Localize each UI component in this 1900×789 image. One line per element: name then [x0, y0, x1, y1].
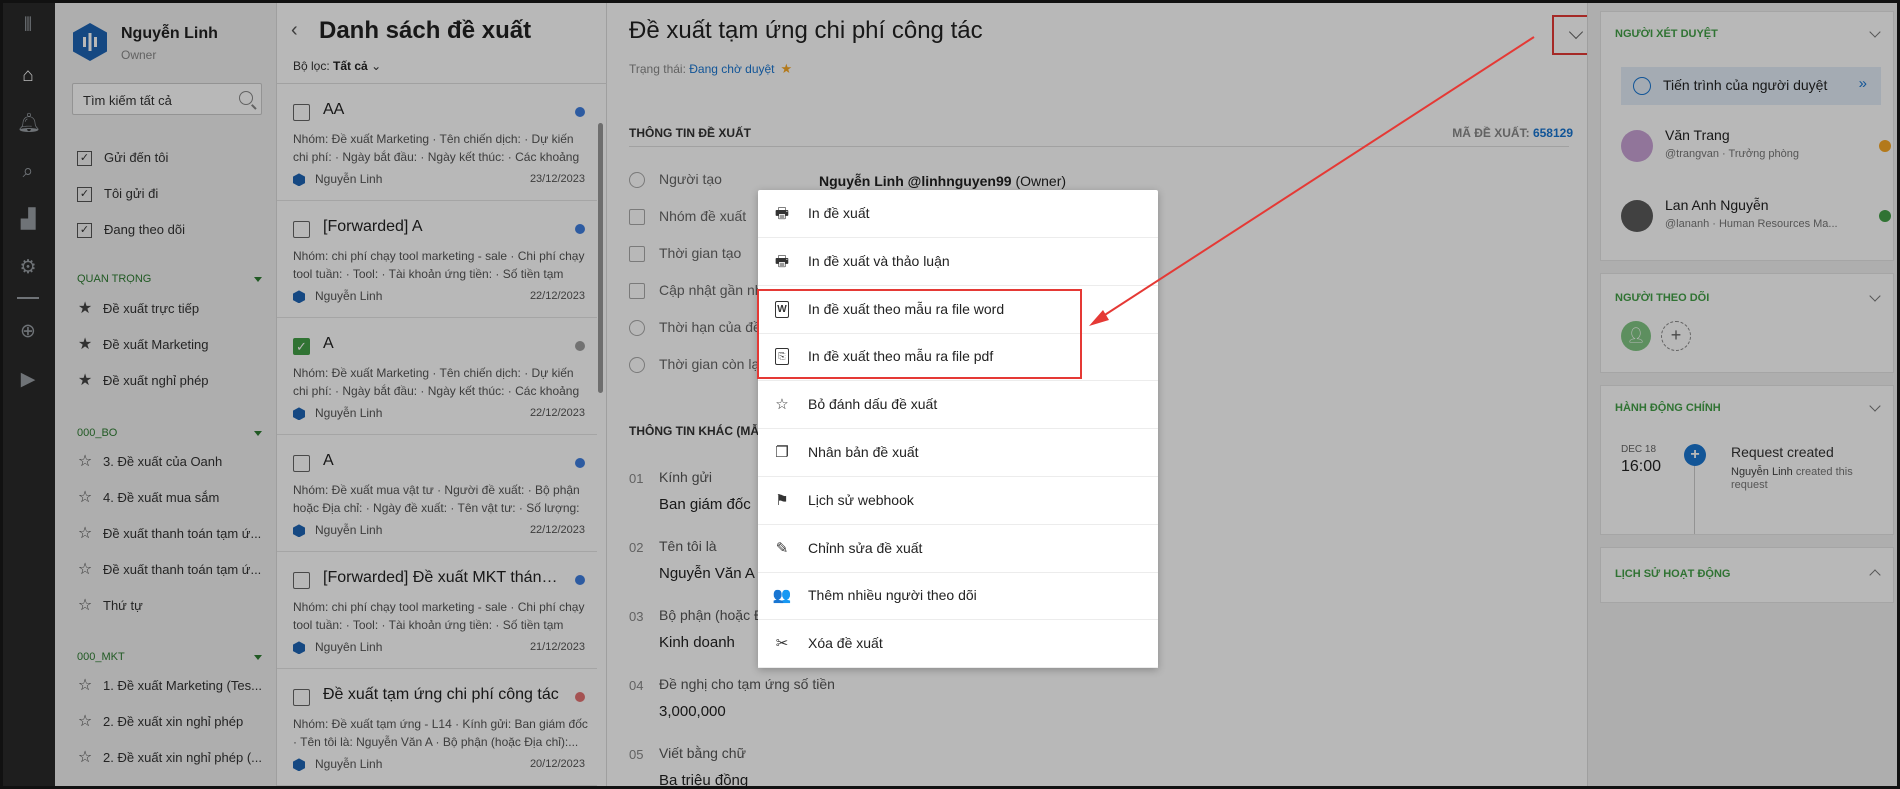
annotation-arrow — [1089, 36, 1535, 326]
app-window: ⫴ ⌂ 🔔︎ ⌕ ▟ ⚙ ⊕ ▶ Nguyễn Linh Owner Tìm k… — [0, 0, 1900, 789]
